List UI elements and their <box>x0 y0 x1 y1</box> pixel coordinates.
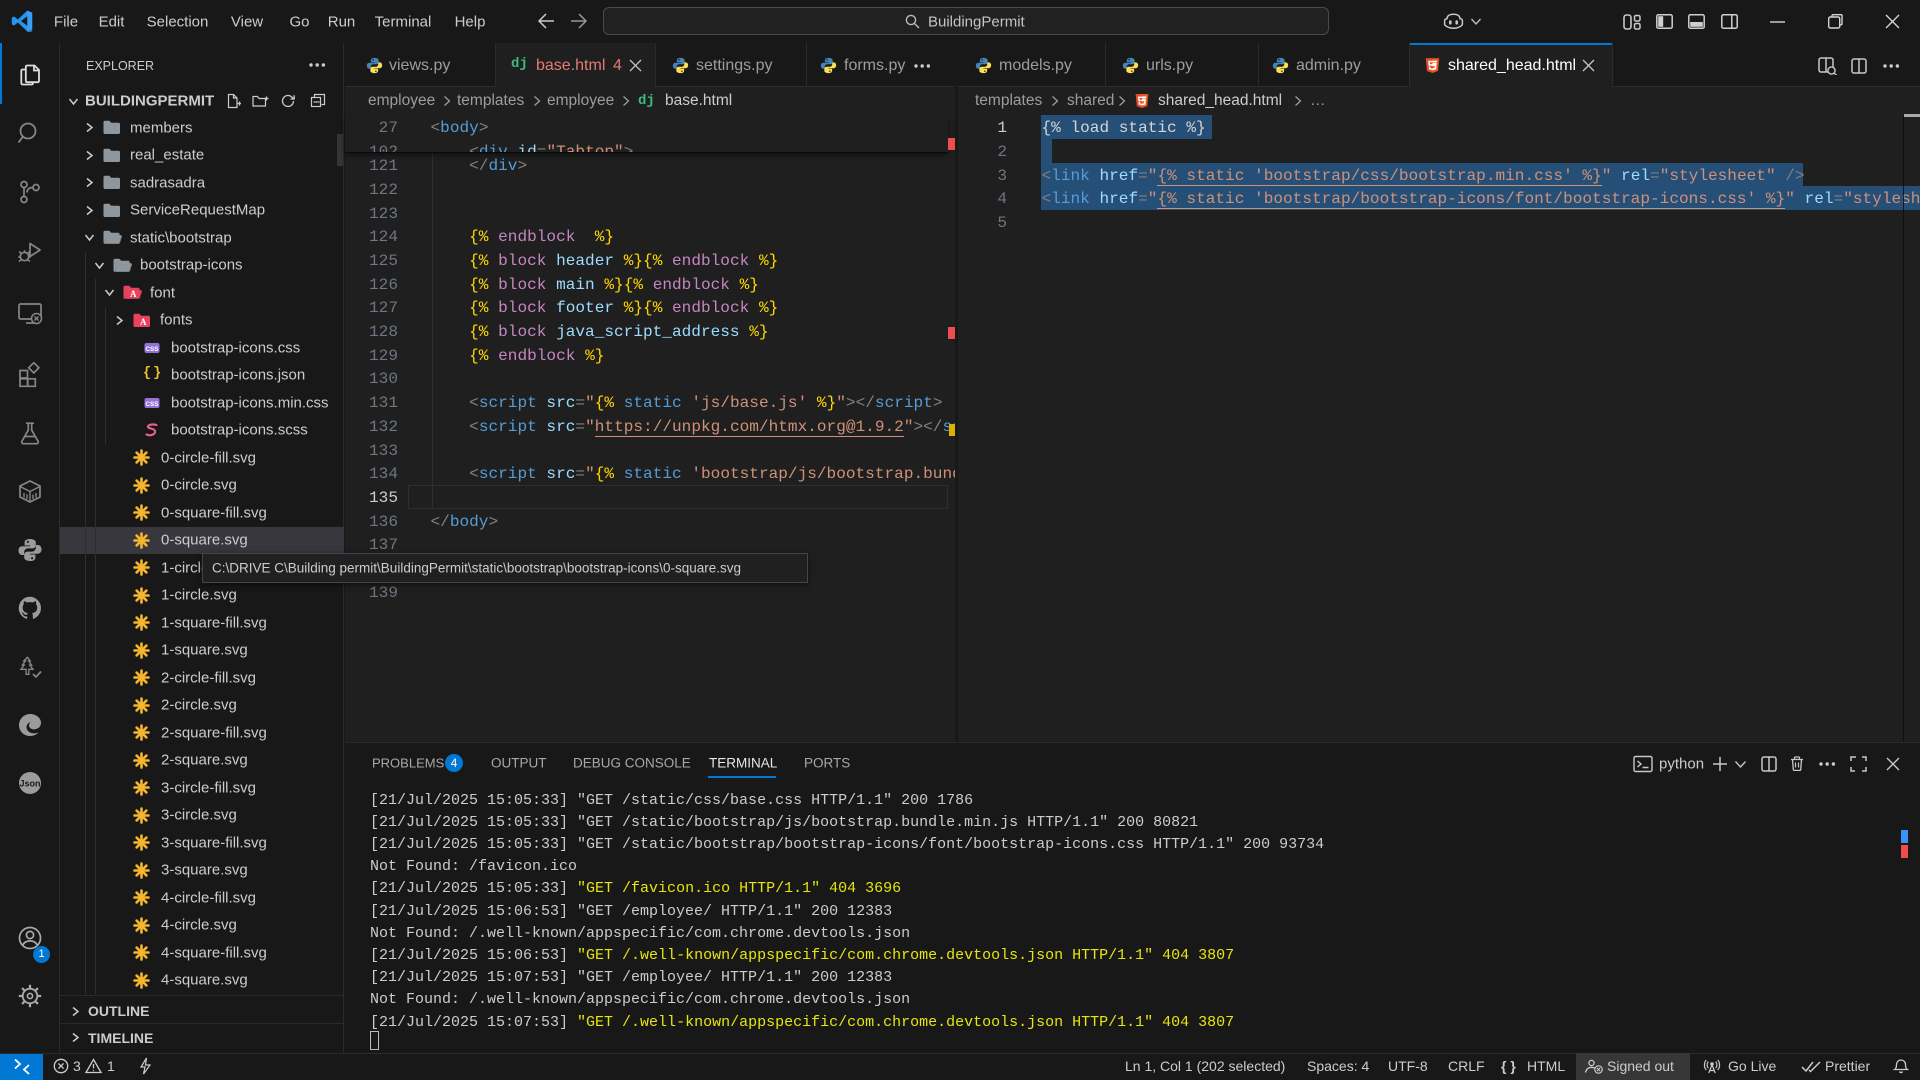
svg-text:CSS: CSS <box>145 401 159 408</box>
svg-text:Json: Json <box>19 779 40 789</box>
svg-text:CSS: CSS <box>145 346 159 353</box>
